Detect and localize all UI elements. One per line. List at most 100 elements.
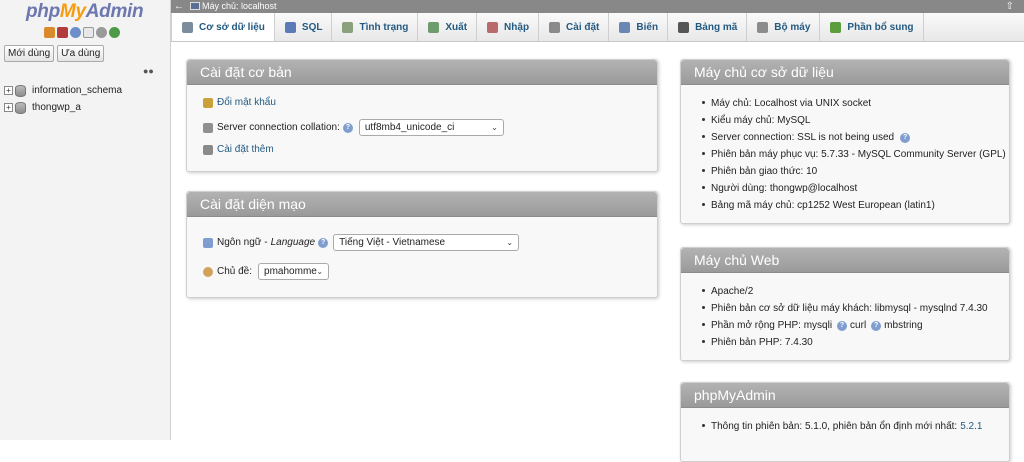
web-server-panel: Máy chủ Web Apache/2 Phiên bản cơ sở dữ … [680,247,1010,361]
collation-select[interactable]: utf8mb4_unicode_ci ⌄ [358,119,504,136]
home-icon[interactable] [44,27,55,38]
server-breadcrumb[interactable]: Máy chủ: localhost [202,0,277,13]
list-item: Server connection: SSL is not being used… [695,129,1006,146]
tab-label: Biến [636,21,659,33]
list-item: Phiên bản máy phục vụ: 5.7.33 - MySQL Co… [695,146,1006,163]
tab-plugin[interactable]: Phần bổ sung [820,13,924,41]
language-select[interactable]: Tiếng Việt - Vietnamese ⌄ [333,234,520,251]
panel-title: Cài đặt diện mạo [187,192,657,217]
language-label-english: Language [270,237,316,248]
latest-version-link[interactable]: 5.2.1 [960,420,982,434]
tab-charset[interactable]: Bảng mã [668,13,748,41]
list-item: Phần mở rộng PHP: mysqli ? curl ? mbstri… [695,317,988,334]
tab-database[interactable]: Cơ sở dữ liệu [171,13,275,41]
navigation-panel: phpMyAdmin Mới dùng Ưa dùng ●● + informa… [0,0,171,440]
php-extension-mbstring: mbstring [884,319,923,331]
help-icon[interactable]: ? [342,122,353,133]
sql-icon [284,21,296,33]
tab-label: Bảng mã [695,21,738,33]
tab-sql[interactable]: SQL [275,13,333,41]
list-item: Máy chủ: Localhost via UNIX socket [695,95,1006,112]
change-password-link[interactable]: Đổi mật khẩu [217,97,276,108]
panel-title: Máy chủ Web [681,248,1009,273]
docs-icon[interactable] [83,27,94,38]
wrench-icon [549,21,561,33]
charset-icon [678,21,690,33]
language-row: Ngôn ngữ - Language ? Tiếng Việt - Vietn… [203,234,520,251]
quick-icons [44,27,120,38]
general-settings-panel: Cài đặt cơ bản Đổi mật khẩu Server conne… [186,59,658,172]
db-item-thongwp-a[interactable]: + thongwp_a [4,99,122,116]
back-arrow-icon[interactable]: ← [174,0,184,13]
database-icon [182,21,193,33]
theme-value: pmahomme [264,266,317,277]
panel-title: phpMyAdmin [681,383,1009,408]
list-item: Phiên bản PHP: 7.4.30 [695,334,988,351]
palette-icon [203,266,213,277]
plugin-icon [830,21,842,33]
db-name[interactable]: thongwp_a [32,102,81,113]
tab-import[interactable]: Nhập [477,13,540,41]
expand-icon[interactable]: + [4,103,13,112]
database-icon [15,101,26,114]
web-server-info-list: Apache/2 Phiên bản cơ sở dữ liệu máy khá… [695,283,988,351]
list-item: Thông tin phiên bản: 5.1.0, phiên bản ổn… [695,418,982,435]
chevron-down-icon: ⌄ [491,123,498,132]
version-info: Thông tin phiên bản: 5.1.0, phiên bản ổn… [711,420,958,432]
tab-engine[interactable]: Bộ máy [747,13,821,41]
favorites-tab[interactable]: Ưa dùng [57,45,105,62]
phpmyadmin-info-panel: phpMyAdmin Thông tin phiên bản: 5.1.0, p… [680,382,1010,462]
chevron-down-icon: ⌄ [316,267,324,276]
database-server-panel: Máy chủ cơ sở dữ liệu Máy chủ: Localhost… [680,59,1010,224]
help-icon[interactable]: ? [837,320,848,331]
collation-label: Server connection collation: [217,122,340,133]
server-icon [190,2,200,10]
help-icon[interactable] [70,27,81,38]
table-icon [203,122,213,133]
ssl-status: Server connection: SSL is not being used [711,131,895,143]
phpmyadmin-logo[interactable]: phpMyAdmin [26,1,144,23]
tab-label: Phần bổ sung [847,21,914,33]
database-icon [15,84,26,97]
tab-variables[interactable]: Biến [609,13,669,41]
main-menu: Cơ sở dữ liệu SQL Tình trạng Xuất Nhập Cài đặ… [171,13,1024,42]
variables-icon [619,21,631,33]
pma-info-list: Thông tin phiên bản: 5.1.0, phiên bản ổn… [695,418,982,435]
appearance-settings-panel: Cài đặt diện mạo Ngôn ngữ - Language ? T… [186,191,658,298]
more-settings-link[interactable]: Cài đặt thêm [217,144,274,155]
php-extension-curl: curl [850,319,867,331]
gear-icon[interactable] [96,27,107,38]
tab-label: Bộ máy [774,21,811,33]
php-extensions-label: Phần mở rộng PHP: mysqli [711,319,833,331]
help-icon[interactable]: ? [900,132,911,143]
tab-label: SQL [301,21,323,33]
server-breadcrumb-bar: ← Máy chủ: localhost ⇧ [171,0,1024,13]
list-item: Người dùng: thongwp@localhost [695,180,1006,197]
panel-title: Cài đặt cơ bản [187,60,657,85]
list-item: Phiên bản cơ sở dữ liệu máy khách: libmy… [695,300,988,317]
list-item: Apache/2 [695,283,988,300]
db-server-info-list: Máy chủ: Localhost via UNIX socket Kiểu … [695,95,1006,214]
more-settings-row: Cài đặt thêm [203,144,274,155]
help-icon[interactable]: ? [871,320,882,331]
theme-select[interactable]: pmahomme ⌄ [258,263,330,280]
expand-icon[interactable]: + [4,86,13,95]
collapse-icon[interactable]: ⇧ [1006,0,1014,13]
db-name[interactable]: information_schema [32,85,122,96]
collation-row: Server connection collation: ? utf8mb4_u… [203,119,504,136]
link-icon[interactable]: ●● [143,66,154,76]
tab-export[interactable]: Xuất [418,13,478,41]
language-label: Ngôn ngữ - [217,237,268,248]
logout-icon[interactable] [57,27,68,38]
recent-tab[interactable]: Mới dùng [4,45,55,62]
tab-wrench[interactable]: Cài đặt [539,13,610,41]
reload-icon[interactable] [109,27,120,38]
language-value: Tiếng Việt - Vietnamese [339,237,446,248]
db-item-information-schema[interactable]: + information_schema [4,82,122,99]
help-icon[interactable]: ? [318,237,329,248]
tab-status[interactable]: Tình trạng [332,13,419,41]
export-icon [428,21,440,33]
collation-value: utf8mb4_unicode_ci [364,122,455,133]
status-icon [342,21,354,33]
tab-label: Tình trạng [359,21,409,33]
